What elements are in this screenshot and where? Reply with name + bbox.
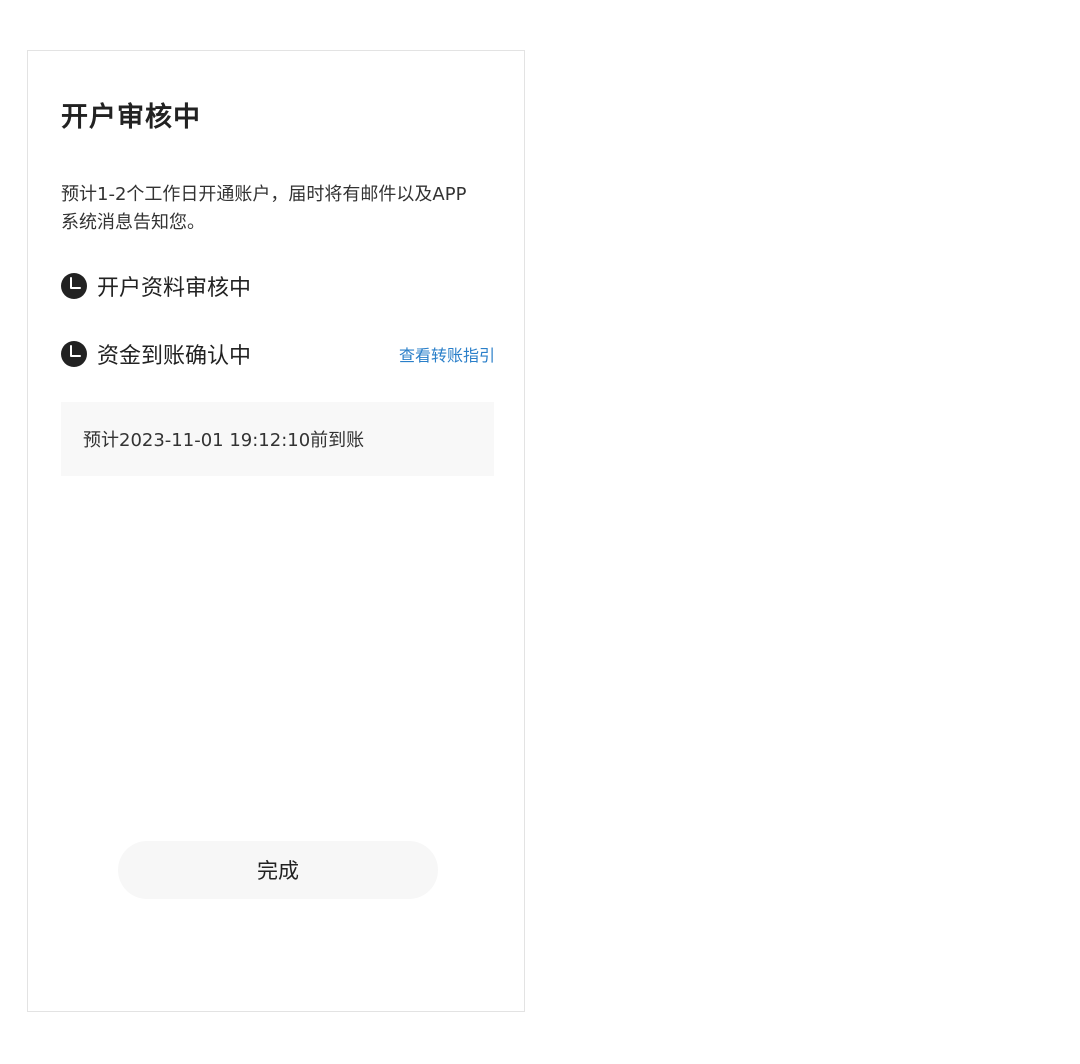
step-funds-confirmation: 资金到账确认中 查看转账指引	[61, 339, 495, 369]
done-button[interactable]: 完成	[118, 841, 438, 899]
step-label: 资金到账确认中	[97, 344, 252, 369]
step-documents-review: 开户资料审核中	[61, 271, 495, 301]
eta-text: 预计2023-11-01 19:12:10前到账	[83, 430, 365, 451]
account-review-card: 开户审核中 预计1-2个工作日开通账户，届时将有邮件以及APP系统消息告知您。 …	[27, 50, 525, 1012]
clock-icon	[61, 273, 87, 299]
review-description: 预计1-2个工作日开通账户，届时将有邮件以及APP系统消息告知您。	[61, 184, 467, 233]
transfer-guide-link[interactable]: 查看转账指引	[399, 342, 495, 366]
eta-info-box: 预计2023-11-01 19:12:10前到账	[61, 402, 494, 476]
clock-icon	[61, 341, 87, 367]
page-title: 开户审核中	[61, 102, 201, 133]
step-label: 开户资料审核中	[97, 276, 252, 301]
